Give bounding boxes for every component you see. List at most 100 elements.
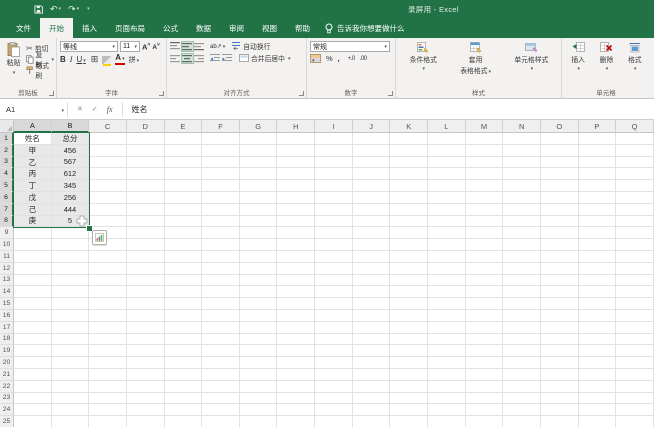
cell-B3[interactable]: 567	[51, 156, 90, 169]
cell-H14[interactable]	[277, 286, 316, 299]
cell-P10[interactable]	[578, 239, 617, 251]
decrease-indent-icon[interactable]	[210, 53, 221, 63]
cell-A3[interactable]: 乙	[14, 156, 52, 169]
cell-O23[interactable]	[540, 392, 579, 405]
cell-M13[interactable]	[465, 274, 504, 287]
cell-K18[interactable]	[390, 333, 429, 346]
row-header-2[interactable]: 2	[0, 144, 14, 157]
cell-E16[interactable]	[164, 309, 203, 322]
cell-E13[interactable]	[164, 274, 203, 287]
cell-K25[interactable]	[390, 416, 429, 427]
cell-B16[interactable]	[51, 309, 90, 322]
cell-G15[interactable]	[239, 298, 278, 310]
cell-J9[interactable]	[352, 227, 391, 240]
column-header-E[interactable]: E	[164, 120, 203, 133]
cell-J2[interactable]	[352, 144, 391, 157]
cell-L20[interactable]	[428, 357, 466, 369]
increase-decimal-button[interactable]: +.0	[348, 56, 356, 62]
cell-L22[interactable]	[428, 380, 466, 393]
cell-N5[interactable]	[503, 180, 541, 192]
cell-D16[interactable]	[126, 309, 165, 322]
cell-M3[interactable]	[465, 156, 504, 169]
cell-L12[interactable]	[428, 262, 466, 275]
cell-O4[interactable]	[540, 168, 579, 181]
cell-O14[interactable]	[540, 286, 579, 299]
column-header-G[interactable]: G	[239, 120, 278, 133]
cell-J8[interactable]	[352, 215, 391, 228]
cell-C20[interactable]	[89, 357, 127, 369]
increase-font-icon[interactable]: A˄	[142, 42, 150, 52]
cell-O7[interactable]	[540, 203, 579, 216]
cell-L8[interactable]	[428, 215, 466, 228]
cell-N3[interactable]	[503, 156, 541, 169]
tab-layout[interactable]: 页面布局	[106, 18, 154, 38]
cell-P19[interactable]	[578, 345, 617, 358]
cell-E10[interactable]	[164, 239, 203, 251]
cell-I4[interactable]	[315, 168, 353, 181]
cell-P25[interactable]	[578, 416, 617, 427]
cell-O12[interactable]	[540, 262, 579, 275]
cell-E19[interactable]	[164, 345, 203, 358]
cell-F14[interactable]	[202, 286, 240, 299]
cell-F11[interactable]	[202, 250, 240, 263]
cell-Q3[interactable]	[616, 156, 654, 169]
column-header-C[interactable]: C	[89, 120, 127, 133]
qat-more-icon[interactable]	[86, 6, 90, 12]
cell-G4[interactable]	[239, 168, 278, 181]
cell-I8[interactable]	[315, 215, 353, 228]
row-header-16[interactable]: 16	[0, 309, 14, 322]
merge-center-button[interactable]: 合并后居中	[239, 53, 291, 63]
cell-Q16[interactable]	[616, 309, 654, 322]
font-color-button[interactable]: A	[115, 54, 125, 65]
cell-O21[interactable]	[540, 368, 579, 381]
cell-D6[interactable]	[126, 191, 165, 204]
cell-P14[interactable]	[578, 286, 617, 299]
delete-cells-button[interactable]: 删除	[600, 42, 613, 72]
row-header-25[interactable]: 25	[0, 416, 14, 427]
cell-M18[interactable]	[465, 333, 504, 346]
cell-G9[interactable]	[239, 227, 278, 240]
cell-G23[interactable]	[239, 392, 278, 405]
cell-B21[interactable]	[51, 368, 90, 381]
cell-D1[interactable]	[126, 133, 165, 145]
cell-O24[interactable]	[540, 404, 579, 417]
cell-I24[interactable]	[315, 404, 353, 417]
cell-N16[interactable]	[503, 309, 541, 322]
cell-G22[interactable]	[239, 380, 278, 393]
bold-button[interactable]: B	[60, 55, 66, 64]
cell-L6[interactable]	[428, 191, 466, 204]
cell-A14[interactable]	[14, 286, 52, 299]
cell-G13[interactable]	[239, 274, 278, 287]
cell-A18[interactable]	[14, 333, 52, 346]
cell-J11[interactable]	[352, 250, 391, 263]
column-header-P[interactable]: P	[578, 120, 617, 133]
cell-B9[interactable]	[51, 227, 90, 240]
undo-icon[interactable]: ↶	[50, 4, 61, 15]
tab-review[interactable]: 审阅	[220, 18, 253, 38]
cell-C22[interactable]	[89, 380, 127, 393]
cell-G2[interactable]	[239, 144, 278, 157]
cell-A19[interactable]	[14, 345, 52, 358]
bottom-align-icon[interactable]	[194, 42, 205, 51]
cell-E15[interactable]	[164, 298, 203, 310]
cell-P18[interactable]	[578, 333, 617, 346]
cell-I10[interactable]	[315, 239, 353, 251]
cell-C18[interactable]	[89, 333, 127, 346]
cell-I15[interactable]	[315, 298, 353, 310]
cell-L2[interactable]	[428, 144, 466, 157]
cell-A1[interactable]: 姓名	[14, 133, 52, 145]
cell-F15[interactable]	[202, 298, 240, 310]
cell-C3[interactable]	[89, 156, 127, 169]
format-as-table-button[interactable]: 套用 表格格式	[460, 42, 491, 75]
cell-N25[interactable]	[503, 416, 541, 427]
row-header-8[interactable]: 8	[0, 215, 14, 228]
row-header-9[interactable]: 9	[0, 227, 14, 240]
cell-Q7[interactable]	[616, 203, 654, 216]
cell-H24[interactable]	[277, 404, 316, 417]
row-header-18[interactable]: 18	[0, 333, 14, 346]
cell-M7[interactable]	[465, 203, 504, 216]
cell-P4[interactable]	[578, 168, 617, 181]
column-header-F[interactable]: F	[202, 120, 240, 133]
cell-H9[interactable]	[277, 227, 316, 240]
cell-H16[interactable]	[277, 309, 316, 322]
